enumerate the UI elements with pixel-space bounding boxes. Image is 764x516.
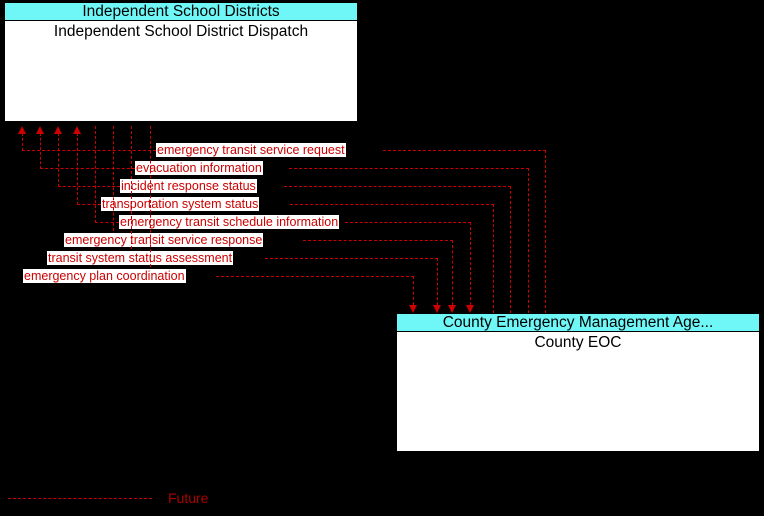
flow-2-segment-vertical-left xyxy=(40,133,41,169)
flow-4-segment-horizontal-left xyxy=(77,204,101,205)
flow-3-segment-vertical-right xyxy=(510,186,511,313)
flow-5-segment-horizontal-right xyxy=(345,222,471,223)
flow-8-segment-vertical-right xyxy=(413,276,414,305)
flow-label-incident-response-status[interactable]: incident response status xyxy=(120,179,257,193)
flow-4-segment-horizontal-right xyxy=(290,204,494,205)
flow-6-segment-horizontal-right xyxy=(303,240,453,241)
flow-3-segment-horizontal-left xyxy=(58,186,120,187)
entity-box-independent-school-district-dispatch[interactable]: Independent School Districts Independent… xyxy=(4,2,358,122)
arrowhead-down-flow-7 xyxy=(433,305,441,313)
flow-3-segment-vertical-left xyxy=(58,133,59,187)
entity-header-label: Independent School Districts xyxy=(5,3,357,21)
flow-2-segment-vertical-right xyxy=(528,168,529,313)
entity-name-label: County EOC xyxy=(534,334,622,351)
flow-label-evacuation-information[interactable]: evacuation information xyxy=(135,161,263,175)
flow-3-segment-horizontal-right xyxy=(284,186,511,187)
flow-2-segment-horizontal-right xyxy=(289,168,529,169)
flow-5-segment-vertical-left xyxy=(95,126,96,223)
flow-1-segment-vertical-left xyxy=(22,133,23,151)
flow-7-segment-horizontal-right xyxy=(265,258,438,259)
legend-dashed-line-icon xyxy=(8,498,152,499)
arrowhead-down-flow-5 xyxy=(466,305,474,313)
flow-1-segment-vertical-right xyxy=(545,150,546,313)
entity-name-label: Independent School District Dispatch xyxy=(53,23,309,40)
flow-5-segment-vertical-right xyxy=(470,222,471,305)
flow-4-segment-vertical-right xyxy=(493,204,494,313)
entity-box-county-eoc[interactable]: County Emergency Management Age... Count… xyxy=(396,313,760,452)
flow-4-segment-vertical-left xyxy=(77,133,78,205)
flow-5-segment-horizontal-left xyxy=(95,222,119,223)
flow-label-transit-system-status-assessment[interactable]: transit system status assessment xyxy=(47,251,234,265)
entity-header-label: County Emergency Management Age... xyxy=(397,314,759,332)
legend-label-future: Future xyxy=(168,490,209,506)
flow-8-segment-horizontal-right xyxy=(216,276,414,277)
legend: Future xyxy=(0,488,764,512)
flow-6-segment-vertical-right xyxy=(452,240,453,305)
flow-7-segment-vertical-left xyxy=(131,126,132,259)
diagram-canvas: Independent School Districts Independent… xyxy=(0,0,764,516)
flow-label-emergency-plan-coordination[interactable]: emergency plan coordination xyxy=(23,269,186,283)
flow-8-segment-vertical-left xyxy=(150,126,151,277)
flow-2-segment-horizontal-left xyxy=(40,168,135,169)
flow-1-segment-horizontal-right xyxy=(383,150,546,151)
flow-label-transportation-system-status[interactable]: transportation system status xyxy=(101,197,260,211)
flow-1-segment-horizontal-left xyxy=(22,150,156,151)
flow-label-emergency-transit-service-request[interactable]: emergency transit service request xyxy=(156,143,346,157)
flow-label-emergency-transit-schedule-information[interactable]: emergency transit schedule information xyxy=(119,215,340,229)
flow-7-segment-vertical-right xyxy=(437,258,438,305)
flow-6-segment-vertical-left xyxy=(113,126,114,241)
flow-label-emergency-transit-service-response[interactable]: emergency transit service response xyxy=(64,233,264,247)
arrowhead-down-flow-8 xyxy=(409,305,417,313)
arrowhead-down-flow-6 xyxy=(448,305,456,313)
